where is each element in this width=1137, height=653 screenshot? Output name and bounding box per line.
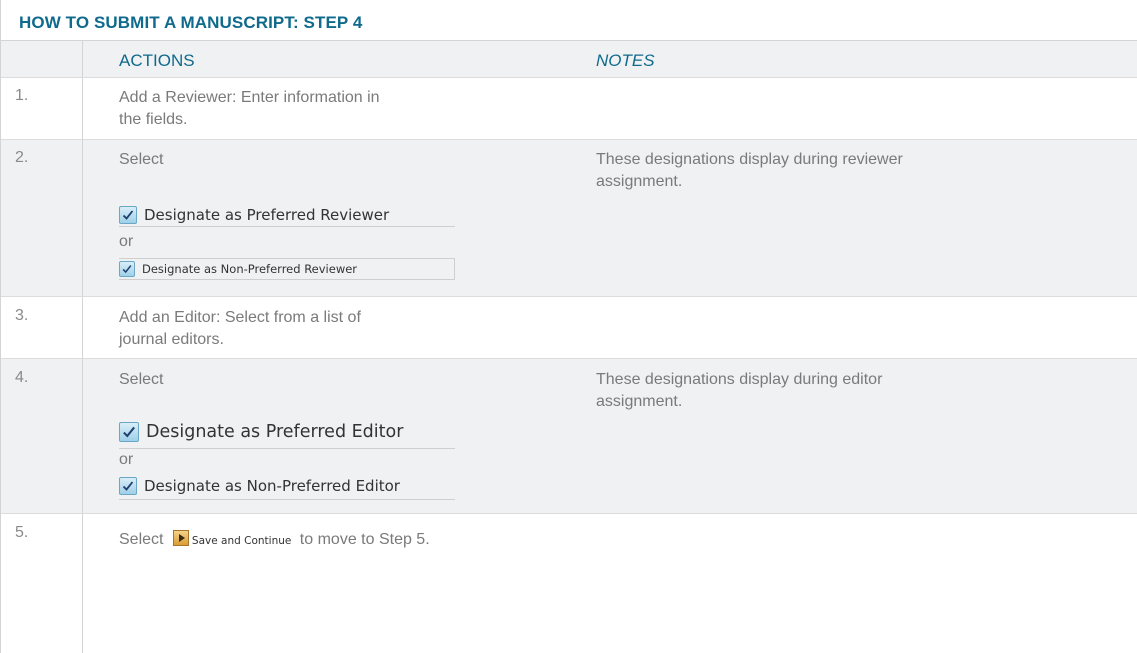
or-text: or (119, 233, 134, 250)
step-row-2: 2. Select Designate as Preferred Reviewe… (1, 140, 1137, 297)
number-column-cell: 5. (1, 514, 83, 653)
checkbox-label: Designate as Non-Preferred Editor (144, 477, 400, 495)
note-text-line: assignment. (596, 173, 683, 190)
non-preferred-editor-checkbox[interactable]: Designate as Non-Preferred Editor (119, 473, 455, 500)
play-arrow-icon (172, 530, 189, 546)
page-title: HOW TO SUBMIT A MANUSCRIPT: STEP 4 (19, 13, 363, 32)
column-header-row: ACTIONS NOTES (1, 41, 1137, 78)
note-text-line: These designations display during review… (596, 151, 903, 168)
step-number: 3. (15, 307, 29, 324)
step-row-4: 4. Select Designate as Preferred Editor … (1, 359, 1137, 514)
step-row-3: 3. Add an Editor: Select from a list of … (1, 297, 1137, 359)
save-and-continue-button[interactable]: Save and Continue (192, 535, 291, 547)
checkmark-icon (119, 205, 137, 224)
number-column-cell (1, 41, 83, 77)
step-text-line: Add a Reviewer: Enter information in (119, 89, 380, 106)
step-number: 1. (15, 87, 29, 104)
select-text: Select (119, 151, 164, 168)
step-number: 2. (15, 149, 29, 166)
number-column-cell: 1. (1, 78, 83, 139)
select-text: Select (119, 371, 164, 388)
step-text-suffix: to move to Step 5. (299, 531, 430, 548)
step-text-line: journal editors. (119, 331, 224, 348)
checkmark-icon (119, 477, 137, 495)
step-5-text: Select Save and Continue to move to Step… (119, 529, 430, 552)
preferred-reviewer-checkbox[interactable]: Designate as Preferred Reviewer (119, 203, 455, 227)
checkmark-icon (119, 261, 135, 277)
non-preferred-reviewer-checkbox[interactable]: Designate as Non-Preferred Reviewer (119, 258, 455, 280)
step-text-line: the fields. (119, 111, 188, 128)
step-number: 4. (15, 369, 29, 386)
note-text-line: assignment. (596, 393, 683, 410)
step-row-5: 5. Select Save and Continue to move to S… (1, 514, 1137, 653)
checkbox-label: Designate as Non-Preferred Reviewer (142, 262, 358, 276)
checkmark-icon (119, 422, 139, 442)
checkbox-label: Designate as Preferred Editor (146, 422, 404, 442)
actions-header: ACTIONS (119, 51, 195, 70)
or-text: or (119, 451, 134, 468)
step-text-line: Add an Editor: Select from a list of (119, 309, 361, 326)
step-number: 5. (15, 524, 29, 541)
instruction-document: HOW TO SUBMIT A MANUSCRIPT: STEP 4 ACTIO… (0, 0, 1137, 653)
number-column-cell: 4. (1, 359, 83, 513)
step-row-1: 1. Add a Reviewer: Enter information in … (1, 78, 1137, 140)
checkbox-label: Designate as Preferred Reviewer (144, 205, 390, 224)
number-column-cell: 2. (1, 140, 83, 296)
note-text-line: These designations display during editor (596, 371, 883, 388)
preferred-editor-checkbox[interactable]: Designate as Preferred Editor (119, 416, 455, 449)
select-text: Select (119, 531, 164, 548)
notes-header: NOTES (596, 51, 655, 70)
number-column-cell: 3. (1, 297, 83, 358)
title-row: HOW TO SUBMIT A MANUSCRIPT: STEP 4 (1, 0, 1137, 41)
